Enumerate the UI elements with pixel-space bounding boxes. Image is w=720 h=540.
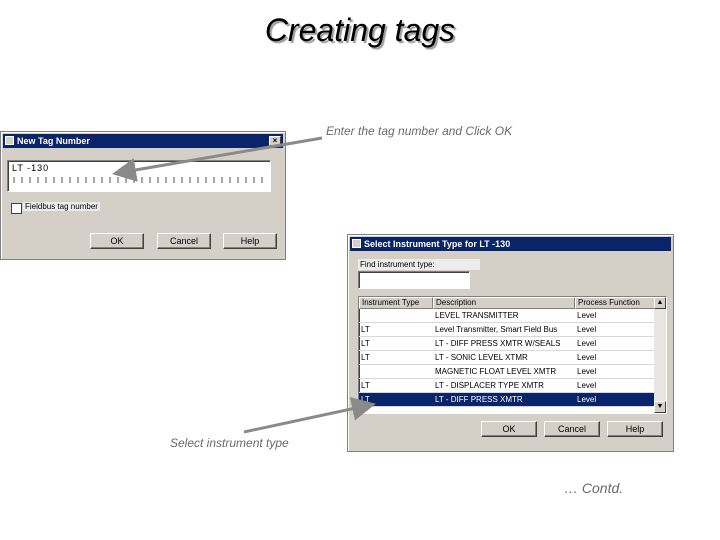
table-row[interactable]: LT LT - SONIC LEVEL XTMR Level bbox=[359, 351, 654, 365]
cell-desc: LT - DIFF PRESS XMTR W/SEALS bbox=[435, 339, 561, 348]
cell-desc: Level Transmitter, Smart Field Bus bbox=[435, 325, 558, 334]
cell-desc: LT - DIFF PRESS XMTR bbox=[435, 395, 523, 404]
ok-button[interactable]: OK bbox=[90, 233, 144, 249]
dialog-title: New Tag Number bbox=[17, 136, 90, 146]
cell-type: LT bbox=[361, 395, 370, 404]
cancel-button[interactable]: Cancel bbox=[544, 421, 600, 437]
cell-type: LT bbox=[361, 339, 370, 348]
table-row[interactable]: LT LT - DISPLACER TYPE XMTR Level bbox=[359, 379, 654, 393]
scroll-up-icon[interactable]: ▲ bbox=[654, 297, 666, 309]
scroll-down-icon[interactable]: ▼ bbox=[654, 401, 666, 413]
cell-func: Level bbox=[577, 367, 597, 376]
vertical-scrollbar[interactable]: ▲ ▼ bbox=[654, 297, 666, 413]
cell-desc: LT - SONIC LEVEL XTMR bbox=[435, 353, 528, 362]
table-row[interactable]: LT LT - DIFF PRESS XMTR Level bbox=[359, 393, 654, 407]
find-label: Find instrument type: bbox=[358, 259, 480, 270]
cell-func: Level bbox=[577, 339, 597, 348]
find-input[interactable] bbox=[358, 271, 470, 289]
dialog-titlebar: Select Instrument Type for LT -130 bbox=[350, 237, 671, 251]
caption-enter-tag: Enter the tag number and Click OK bbox=[326, 124, 513, 138]
tag-number-input[interactable]: LT -130 bbox=[7, 160, 271, 192]
cell-func: Level bbox=[577, 395, 597, 404]
cell-func: Level bbox=[577, 311, 597, 320]
cell-desc: LT - DISPLACER TYPE XMTR bbox=[435, 381, 544, 390]
cell-desc: MAGNETIC FLOAT LEVEL XMTR bbox=[435, 367, 557, 376]
slide-title: Creating tags bbox=[264, 12, 456, 48]
column-header-process-function[interactable]: Process Function bbox=[575, 297, 655, 309]
instrument-table: Instrument Type Description Process Func… bbox=[358, 296, 667, 414]
cancel-button[interactable]: Cancel bbox=[157, 233, 211, 249]
help-button[interactable]: Help bbox=[223, 233, 277, 249]
tag-ruler bbox=[13, 177, 263, 183]
app-icon bbox=[5, 136, 14, 145]
cell-func: Level bbox=[577, 325, 597, 334]
help-button[interactable]: Help bbox=[607, 421, 663, 437]
fieldbus-label: Fieldbus tag number bbox=[23, 202, 100, 211]
table-row[interactable]: LEVEL TRANSMITTER Level bbox=[359, 309, 654, 323]
cell-func: Level bbox=[577, 381, 597, 390]
close-icon[interactable]: × bbox=[269, 136, 281, 146]
column-header-instrument-type[interactable]: Instrument Type bbox=[359, 297, 433, 309]
select-instrument-type-dialog: Select Instrument Type for LT -130 Find … bbox=[347, 234, 674, 452]
cell-desc: LEVEL TRANSMITTER bbox=[435, 311, 519, 320]
cell-type: LT bbox=[361, 353, 370, 362]
ok-button[interactable]: OK bbox=[481, 421, 537, 437]
table-row[interactable]: MAGNETIC FLOAT LEVEL XMTR Level bbox=[359, 365, 654, 379]
dialog-titlebar: New Tag Number × bbox=[3, 134, 283, 148]
cell-type: LT bbox=[361, 325, 370, 334]
column-header-description[interactable]: Description bbox=[433, 297, 575, 309]
fieldbus-checkbox[interactable] bbox=[11, 203, 22, 214]
app-icon bbox=[352, 239, 361, 248]
table-row[interactable]: LT Level Transmitter, Smart Field Bus Leve… bbox=[359, 323, 654, 337]
dialog-title: Select Instrument Type for LT -130 bbox=[364, 239, 511, 249]
cell-type: LT bbox=[361, 381, 370, 390]
table-row[interactable]: LT LT - DIFF PRESS XMTR W/SEALS Level bbox=[359, 337, 654, 351]
new-tag-number-dialog: New Tag Number × LT -130 Fieldbus tag nu… bbox=[0, 131, 286, 260]
caption-select-type: Select instrument type bbox=[170, 436, 289, 450]
tag-number-value: LT -130 bbox=[12, 163, 50, 173]
cell-func: Level bbox=[577, 353, 597, 362]
footer-contd: … Contd. bbox=[564, 480, 624, 496]
